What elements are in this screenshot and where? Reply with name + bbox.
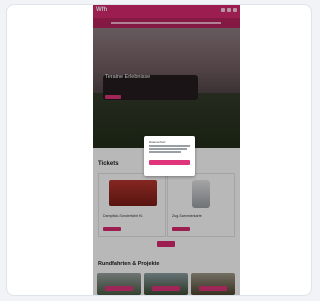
mobile-page: Wfh Teraine Erlebnisse Tickets Dampflok-… (93, 5, 240, 295)
cookie-accept-button[interactable] (149, 160, 190, 165)
cookie-modal-title: Datenschutz (149, 140, 166, 144)
cookie-consent-modal: Datenschutz (144, 136, 195, 176)
browser-card: Wfh Teraine Erlebnisse Tickets Dampflok-… (6, 4, 312, 296)
cookie-modal-text (149, 145, 190, 154)
